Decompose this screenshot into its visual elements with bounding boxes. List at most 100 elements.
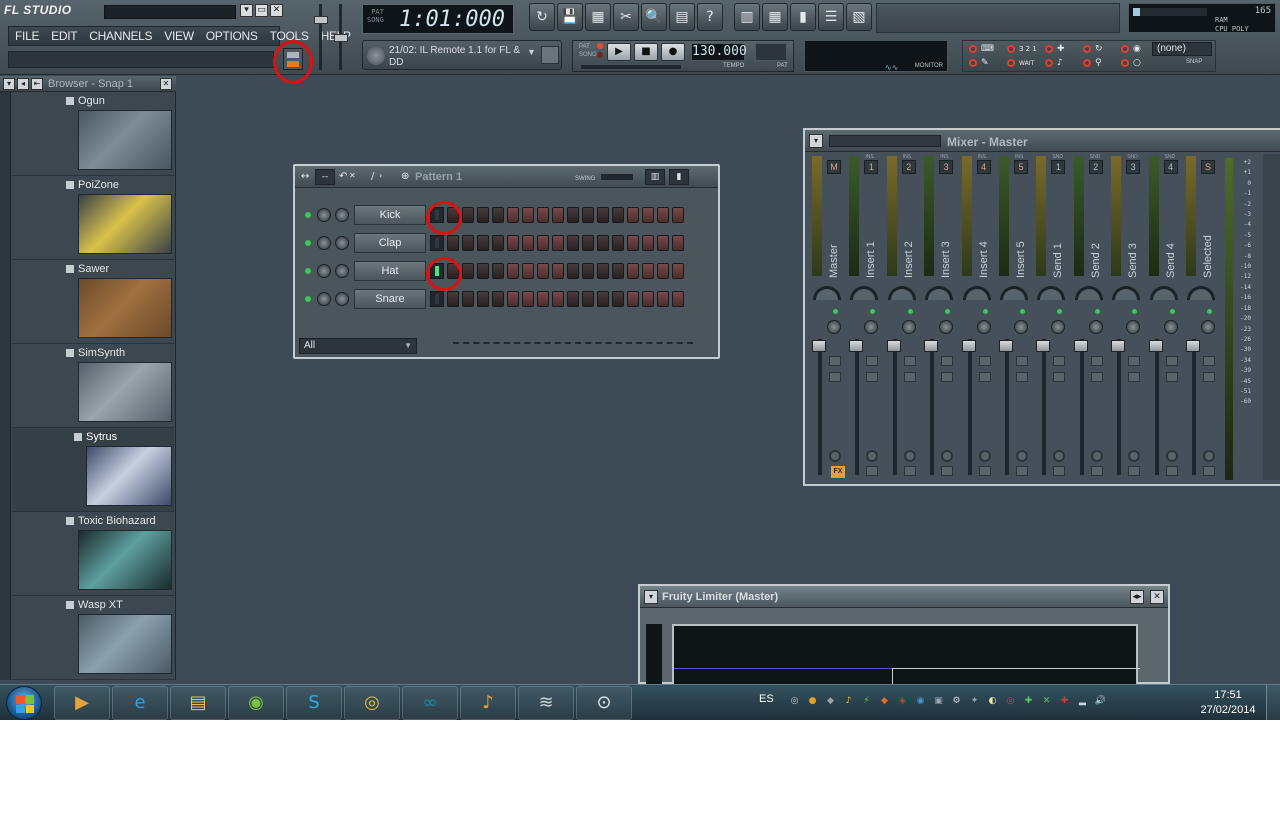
tray-icon[interactable]: ◈ <box>896 695 909 708</box>
channel-volume-knob[interactable] <box>335 264 349 278</box>
track-record-button[interactable] <box>1016 450 1028 462</box>
step-button[interactable] <box>492 291 504 307</box>
mixer-track[interactable]: SND 2 Send 2 <box>1071 154 1107 480</box>
multilink-toggle[interactable] <box>1083 59 1091 67</box>
browser-menu-button[interactable]: ▾ <box>3 78 15 90</box>
channel-button[interactable]: Kick <box>354 205 426 225</box>
step-button[interactable] <box>462 235 474 251</box>
song-mode-led[interactable] <box>597 52 603 58</box>
menu-options[interactable]: OPTIONS <box>200 27 264 45</box>
step-button[interactable] <box>537 235 549 251</box>
track-swap-button[interactable] <box>1016 356 1028 366</box>
track-swap-button[interactable] <box>1203 372 1215 382</box>
step-button[interactable] <box>627 235 639 251</box>
step-button[interactable] <box>582 291 594 307</box>
tray-icon[interactable]: ◐ <box>986 695 999 708</box>
track-swap-button[interactable] <box>1053 372 1066 382</box>
tray-icon[interactable]: ✕ <box>1040 695 1053 708</box>
step-button[interactable] <box>597 291 609 307</box>
project-info-icon[interactable]: ▤ <box>669 3 695 31</box>
track-stereo-knob[interactable] <box>939 320 954 334</box>
step-button[interactable] <box>462 207 474 223</box>
swing-slider[interactable] <box>601 174 633 180</box>
mixer-track[interactable]: INS 4 Insert 4 <box>959 154 995 480</box>
track-pan-knob[interactable] <box>1112 286 1141 300</box>
step-button[interactable] <box>657 263 669 279</box>
track-enable-led[interactable] <box>870 309 876 314</box>
track-swap-button[interactable] <box>941 356 954 366</box>
metronome-toggle[interactable] <box>1045 59 1053 67</box>
browser-item[interactable]: Ogun <box>12 92 174 176</box>
track-save-button[interactable] <box>1165 466 1178 476</box>
track-save-button[interactable] <box>978 466 991 476</box>
taskbar-media-icon[interactable]: ▶ <box>54 686 110 720</box>
save-icon[interactable]: 💾 <box>557 3 583 31</box>
step-button[interactable] <box>507 263 519 279</box>
channel-volume-knob[interactable] <box>335 208 349 222</box>
limiter-close-button[interactable]: ✕ <box>1150 590 1164 604</box>
track-record-button[interactable] <box>1090 450 1103 462</box>
step-button[interactable] <box>522 207 534 223</box>
taskbar-chrome-icon[interactable]: ◎ <box>344 686 400 720</box>
track-volume-fader[interactable] <box>1036 340 1051 352</box>
step-button[interactable] <box>492 207 504 223</box>
track-pan-knob[interactable] <box>813 286 841 300</box>
track-stereo-knob[interactable] <box>976 320 991 334</box>
taskbar-ie-icon[interactable]: e <box>112 686 168 720</box>
graph-editor-icon[interactable]: ▥ <box>645 169 665 185</box>
limiter-side-buttons[interactable] <box>646 624 662 684</box>
mixer-track[interactable]: INS 2 Insert 2 <box>884 154 920 480</box>
track-pan-knob[interactable] <box>962 286 991 300</box>
step-edit-toggle[interactable] <box>969 59 977 67</box>
track-save-button[interactable] <box>1016 466 1028 476</box>
track-swap-button[interactable] <box>866 372 879 382</box>
typing-keyboard-toggle[interactable] <box>969 45 977 53</box>
taskbar-app10-icon[interactable]: ⊙ <box>576 686 632 720</box>
play-button[interactable]: ▶ <box>607 43 631 61</box>
snap-select[interactable]: (none) <box>1152 42 1212 56</box>
step-button[interactable] <box>612 291 624 307</box>
browser-back-button[interactable]: ⇤ <box>31 78 43 90</box>
step-button[interactable] <box>552 207 564 223</box>
track-volume-fader[interactable] <box>924 340 939 352</box>
zoom-icon[interactable]: 🔍 <box>641 3 667 31</box>
pattern-name[interactable]: Pattern 1 <box>415 171 462 183</box>
tray-icon[interactable]: ✚ <box>1022 695 1035 708</box>
track-save-button[interactable] <box>1203 466 1215 476</box>
tray-icon[interactable]: ◎ <box>1004 695 1017 708</box>
channel-pan-knob[interactable] <box>317 236 331 250</box>
track-swap-button[interactable] <box>978 356 991 366</box>
track-record-button[interactable] <box>1203 450 1215 462</box>
step-button[interactable] <box>612 235 624 251</box>
step-button[interactable] <box>672 235 684 251</box>
pattern-number-display[interactable] <box>755 43 787 61</box>
track-swap-button[interactable] <box>1090 356 1103 366</box>
browser-item[interactable]: Sytrus <box>12 428 174 512</box>
mixer-track[interactable]: SND 4 Send 4 <box>1146 154 1182 480</box>
track-volume-fader[interactable] <box>1073 340 1088 352</box>
track-swap-button[interactable] <box>1165 372 1178 382</box>
track-enable-led[interactable] <box>1132 309 1138 314</box>
help-icon[interactable]: ? <box>697 3 723 31</box>
cut-icon[interactable]: ✂ <box>613 3 639 31</box>
step-button[interactable] <box>522 291 534 307</box>
channel-mute-led[interactable] <box>305 240 311 246</box>
track-pan-knob[interactable] <box>1074 286 1103 300</box>
playlist-icon[interactable]: ▥ <box>734 3 760 31</box>
track-swap-button[interactable] <box>1090 372 1103 382</box>
step-button[interactable] <box>627 263 639 279</box>
limiter-menu-button[interactable]: ▾ <box>644 590 658 604</box>
track-enable-led[interactable] <box>1169 309 1175 314</box>
tray-icon[interactable]: ● <box>806 695 819 708</box>
track-save-button[interactable] <box>903 466 916 476</box>
step-button[interactable] <box>642 207 654 223</box>
track-enable-led[interactable] <box>833 309 838 314</box>
step-button[interactable] <box>477 235 489 251</box>
piano-roll-icon[interactable]: ▮ <box>790 3 816 31</box>
track-save-button[interactable] <box>941 466 954 476</box>
channel-volume-knob[interactable] <box>335 236 349 250</box>
track-swap-button[interactable] <box>903 356 916 366</box>
track-pan-knob[interactable] <box>925 286 954 300</box>
tray-icon[interactable]: ♪ <box>842 695 855 708</box>
step-button[interactable] <box>552 235 564 251</box>
